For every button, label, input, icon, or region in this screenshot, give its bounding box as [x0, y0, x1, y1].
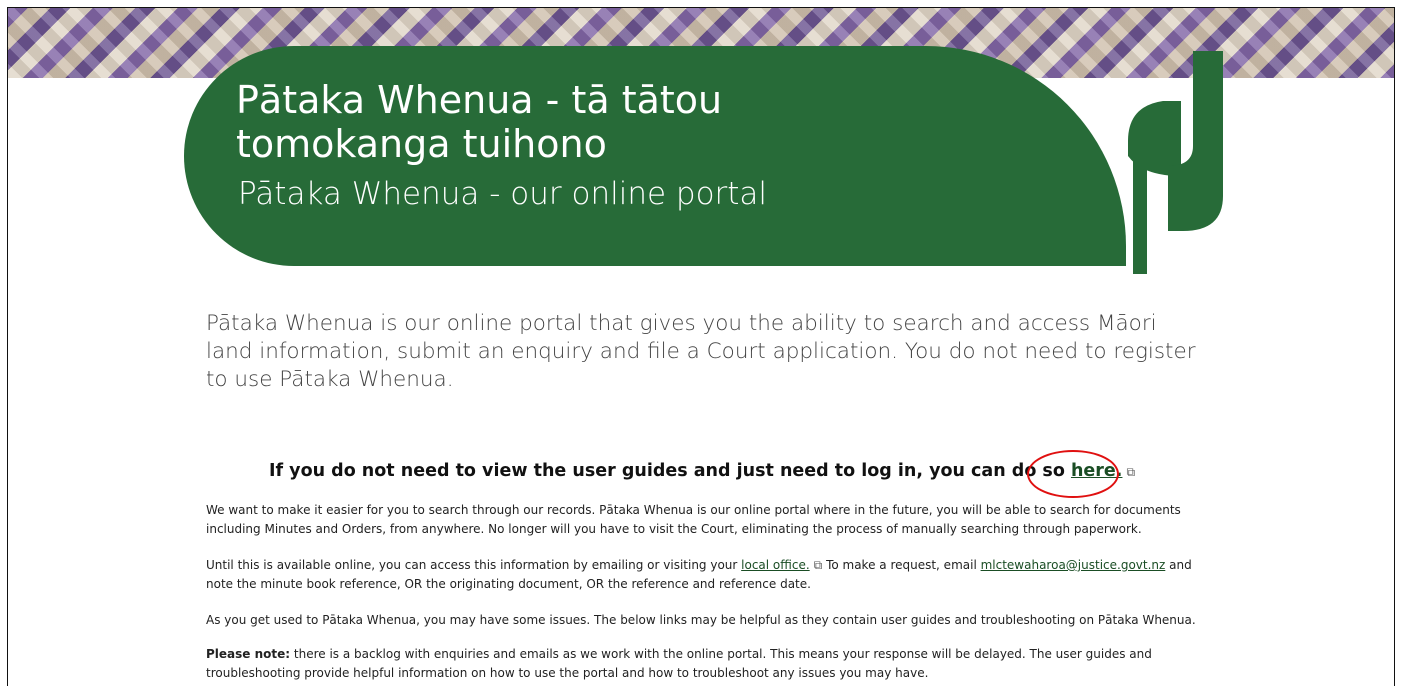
external-link-icon: ⧉	[1126, 465, 1136, 479]
hero-banner: Pātaka Whenua - tā tātou tomokanga tuiho…	[184, 46, 1126, 266]
login-here-link[interactable]: here.	[1071, 461, 1122, 481]
email-link[interactable]: mlctewaharoa@justice.govt.nz	[981, 558, 1166, 572]
paragraph-note: Please note: there is a backlog with enq…	[206, 645, 1206, 683]
paragraph-request-text: Until this is available online, you can …	[206, 558, 742, 572]
page-subtitle: Pātaka Whenua - our online portal	[238, 176, 768, 212]
note-label: Please note:	[206, 647, 291, 661]
page-title: Pātaka Whenua - tā tātou tomokanga tuiho…	[236, 78, 723, 166]
pataka-whenua-logo	[1128, 51, 1223, 274]
paragraph-request-middle: To make a request, email	[822, 558, 981, 572]
login-prompt: If you do not need to view the user guid…	[8, 461, 1394, 481]
paragraph-issues: As you get used to Pātaka Whenua, you ma…	[206, 613, 1196, 627]
note-text: there is a backlog with enquiries and em…	[206, 647, 1152, 680]
page-frame: Pātaka Whenua - tā tātou tomokanga tuiho…	[7, 7, 1395, 686]
intro-paragraph: Pātaka Whenua is our online portal that …	[206, 311, 1196, 392]
external-link-icon: ⧉	[813, 558, 823, 572]
local-office-link[interactable]: local office.	[741, 558, 810, 572]
login-prompt-text: If you do not need to view the user guid…	[268, 461, 1071, 481]
paragraph-request: Until this is available online, you can …	[206, 556, 1206, 594]
paragraph-records: We want to make it easier for you to sea…	[206, 503, 1181, 536]
